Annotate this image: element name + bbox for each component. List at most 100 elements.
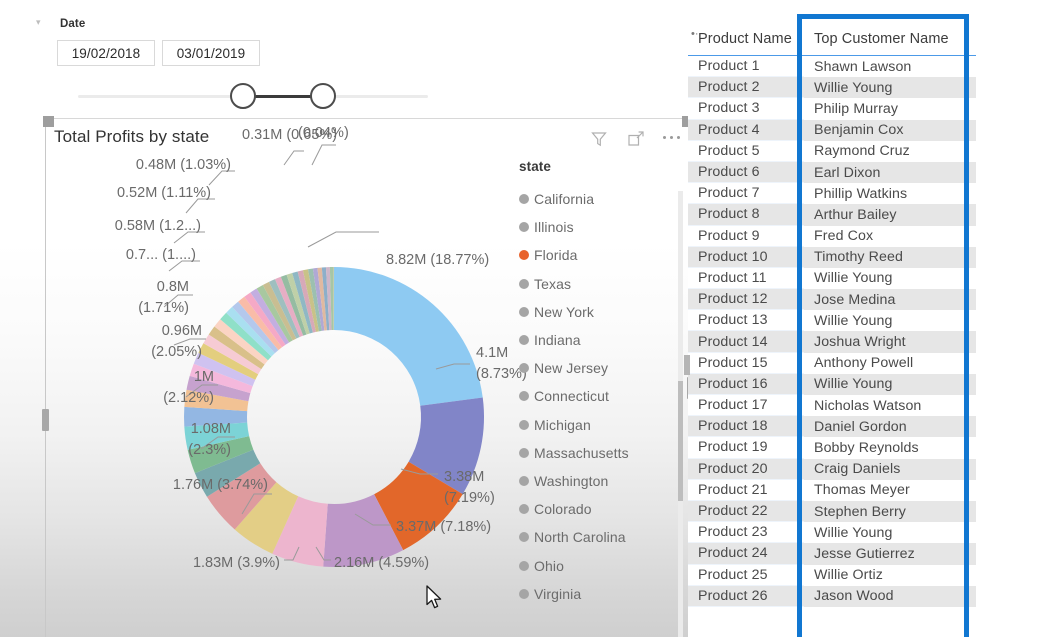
cell-product-name[interactable]: Product 5 [688,141,804,162]
cell-top-customer-name[interactable]: Jason Wood [804,586,976,607]
cell-product-name[interactable]: Product 25 [688,565,804,586]
table-row[interactable]: Product 22 Stephen Berry [688,500,976,523]
table-row[interactable]: Product 17 Nicholas Watson [688,395,976,417]
donut-slice[interactable] [334,267,483,406]
legend-scrollbar-thumb[interactable] [678,381,683,501]
column-header-product-name[interactable]: Product Name [688,31,804,55]
cell-top-customer-name[interactable]: Nicholas Watson [804,395,976,416]
legend-item-connecticut[interactable]: Connecticut [519,382,669,410]
cell-product-name[interactable]: Product 14 [688,331,804,353]
chart-legend[interactable]: state California Illinois Florida Texas New … [519,159,683,637]
table-row[interactable]: Product 2 Willie Young [688,77,976,99]
cell-product-name[interactable]: Product 26 [688,586,804,607]
date-from-input[interactable]: 19/02/2018 [57,40,155,66]
cell-product-name[interactable]: Product 13 [688,310,804,332]
cell-top-customer-name[interactable]: Arthur Bailey [804,204,976,225]
table-resize-handle-left[interactable] [684,355,690,375]
cell-product-name[interactable]: Product 18 [688,416,804,438]
cell-top-customer-name[interactable]: Stephen Berry [804,501,976,522]
table-row[interactable]: Product 12 Jose Medina [688,289,976,311]
table-row[interactable]: Product 18 Daniel Gordon [688,416,976,438]
cell-top-customer-name[interactable]: Anthony Powell [804,353,976,374]
slider-handle-right[interactable] [310,83,336,109]
cell-top-customer-name[interactable]: Jesse Gutierrez [804,543,976,564]
table-row[interactable]: Product 13 Willie Young [688,310,976,332]
table-row[interactable]: Product 19 Bobby Reynolds [688,437,976,459]
cell-product-name[interactable]: Product 15 [688,353,804,374]
date-range-slider[interactable] [78,80,428,114]
table-row[interactable]: Product 15 Anthony Powell [688,353,976,374]
cell-product-name[interactable]: Product 1 [688,56,804,78]
table-row[interactable]: Product 14 Joshua Wright [688,331,976,353]
table-row[interactable]: Product 20 Craig Daniels [688,458,976,480]
table-row[interactable]: Product 6 Earl Dixon [688,161,976,184]
column-header-top-customer-name[interactable]: Top Customer Name [804,31,976,55]
cell-product-name[interactable]: Product 9 [688,226,804,247]
legend-item-north-carolina[interactable]: North Carolina [519,523,669,551]
cell-product-name[interactable]: Product 12 [688,289,804,311]
legend-item-texas[interactable]: Texas [519,270,669,298]
chevron-down-icon[interactable]: ▾ [36,18,41,27]
cell-top-customer-name[interactable]: Daniel Gordon [804,416,976,437]
table-row[interactable]: Product 16 Willie Young [688,373,976,395]
cell-product-name[interactable]: Product 10 [688,247,804,268]
cell-top-customer-name[interactable]: Fred Cox [804,226,976,247]
cell-top-customer-name[interactable]: Willie Ortiz [804,565,976,586]
legend-item-massachusetts[interactable]: Massachusetts [519,439,669,467]
table-row[interactable]: Product 21 Thomas Meyer [688,480,976,501]
legend-item-colorado[interactable]: Colorado [519,495,669,523]
table-body[interactable]: Product 1 Shawn Lawson Product 2 Willie You… [688,56,976,607]
cell-product-name[interactable]: Product 3 [688,98,804,120]
cell-product-name[interactable]: Product 21 [688,480,804,501]
cell-product-name[interactable]: Product 7 [688,183,804,205]
cell-top-customer-name[interactable]: Jose Medina [804,289,976,310]
legend-item-california[interactable]: California [519,185,669,213]
cell-top-customer-name[interactable]: Joshua Wright [804,331,976,352]
cell-top-customer-name[interactable]: Philip Murray [804,98,976,119]
legend-item-michigan[interactable]: Michigan [519,411,669,439]
cell-top-customer-name[interactable]: Raymond Cruz [804,141,976,162]
cell-top-customer-name[interactable]: Willie Young [804,310,976,331]
cell-product-name[interactable]: Product 24 [688,543,804,565]
cell-top-customer-name[interactable]: Phillip Watkins [804,183,976,204]
legend-item-new-jersey[interactable]: New Jersey [519,354,669,382]
table-row[interactable]: Product 5 Raymond Cruz [688,141,976,162]
table-row[interactable]: Product 11 Willie Young [688,268,976,290]
cell-top-customer-name[interactable]: Willie Young [804,522,976,543]
legend-item-washington[interactable]: Washington [519,467,669,495]
table-row[interactable]: Product 4 Benjamin Cox [688,119,976,141]
legend-item-ohio[interactable]: Ohio [519,551,669,579]
table-row[interactable]: Product 10 Timothy Reed [688,246,976,268]
cell-top-customer-name[interactable]: Willie Young [804,77,976,98]
cell-top-customer-name[interactable]: Earl Dixon [804,162,976,183]
legend-scrollbar[interactable] [678,191,683,637]
legend-item-florida[interactable]: Florida [519,241,669,269]
cell-product-name[interactable]: Product 19 [688,437,804,459]
cell-product-name[interactable]: Product 11 [688,268,804,290]
cell-product-name[interactable]: Product 6 [688,162,804,184]
cell-product-name[interactable]: Product 22 [688,501,804,523]
table-row[interactable]: Product 8 Arthur Bailey [688,204,976,226]
table-row[interactable]: Product 3 Philip Murray [688,98,976,120]
table-row[interactable]: Product 26 Jason Wood [688,585,976,607]
date-to-input[interactable]: 03/01/2019 [162,40,260,66]
table-visual[interactable]: Product Name Top Customer Name Product 1… [688,0,976,637]
table-row[interactable]: Product 25 Willie Ortiz [688,565,976,586]
cell-top-customer-name[interactable]: Willie Young [804,268,976,289]
cell-top-customer-name[interactable]: Benjamin Cox [804,120,976,141]
date-slicer[interactable]: ▾ Date 19/02/2018 03/01/2019 [36,8,448,109]
cell-product-name[interactable]: Product 17 [688,395,804,417]
legend-item-virginia[interactable]: Virginia [519,580,669,608]
slider-handle-left[interactable] [230,83,256,109]
cell-top-customer-name[interactable]: Willie Young [804,374,976,395]
table-row[interactable]: Product 23 Willie Young [688,522,976,544]
legend-item-new-york[interactable]: New York [519,298,669,326]
table-row[interactable]: Product 9 Fred Cox [688,226,976,247]
cell-product-name[interactable]: Product 8 [688,204,804,226]
cell-top-customer-name[interactable]: Thomas Meyer [804,480,976,501]
cell-product-name[interactable]: Product 2 [688,77,804,99]
cell-product-name[interactable]: Product 23 [688,522,804,544]
table-row[interactable]: Product 1 Shawn Lawson [688,56,976,78]
cell-product-name[interactable]: Product 16 [688,374,804,395]
cell-product-name[interactable]: Product 4 [688,120,804,141]
